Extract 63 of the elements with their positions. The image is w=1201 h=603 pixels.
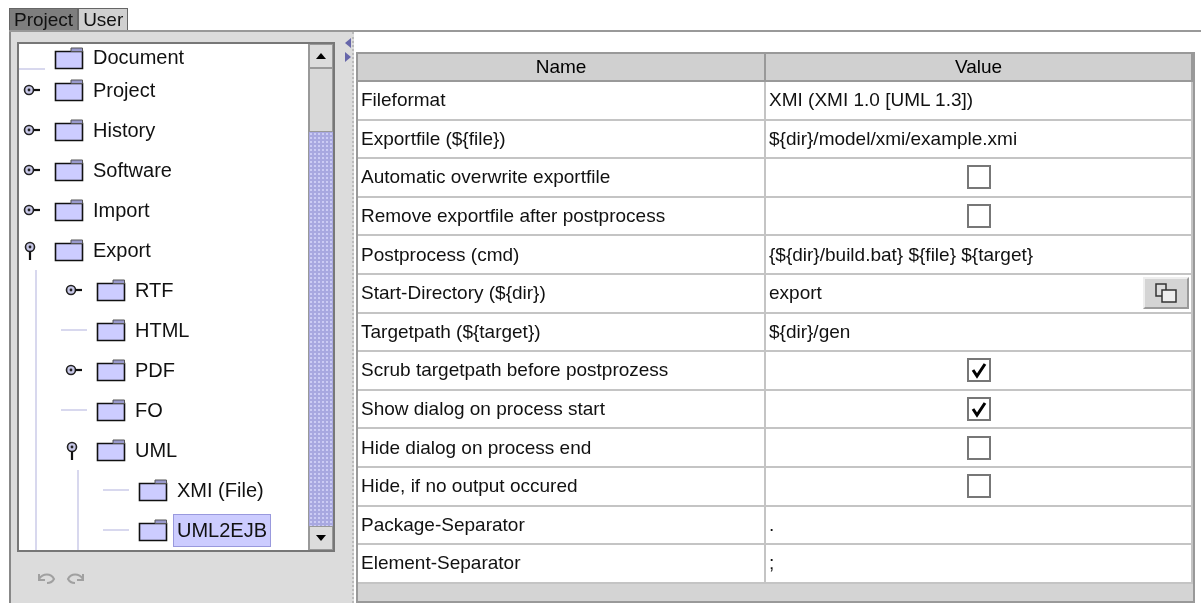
property-name: Package-Separator — [358, 506, 766, 544]
folder-icon — [54, 118, 84, 142]
tree-item[interactable]: Export — [89, 233, 155, 267]
property-name: Targetpath (${target}) — [358, 313, 766, 351]
checkbox[interactable] — [966, 435, 991, 460]
tree-item[interactable]: HTML — [131, 313, 194, 347]
property-name: Exportfile (${file}) — [358, 120, 766, 158]
tree-item[interactable]: UML — [131, 433, 182, 467]
property-value[interactable]: ${dir}/model/xmi/example.xmi — [766, 120, 1193, 158]
folder-icon — [96, 358, 126, 382]
property-value[interactable]: . — [766, 506, 1193, 544]
folder-icon — [54, 158, 84, 182]
column-header[interactable]: Value — [766, 54, 1193, 82]
property-name: Remove exportfile after postprocess — [358, 197, 766, 235]
tree-item[interactable]: Document — [89, 45, 189, 70]
collapse-arrows-icon[interactable] — [344, 38, 352, 62]
property-value[interactable]: {${dir}/build.bat} ${file} ${target} — [766, 236, 1193, 273]
tree-item[interactable]: History — [89, 113, 160, 147]
property-value[interactable]: ; — [766, 545, 1193, 582]
tree-item[interactable]: Project — [89, 73, 160, 107]
tree-item[interactable]: Software — [89, 153, 176, 187]
checkbox[interactable] — [966, 358, 991, 383]
folder-icon — [54, 198, 84, 222]
folder-icon — [96, 398, 126, 422]
checkbox[interactable] — [966, 397, 991, 422]
browse-button[interactable] — [1143, 277, 1189, 310]
tree-item[interactable]: PDF — [131, 353, 179, 387]
folder-icon — [54, 46, 84, 70]
tree-item[interactable]: RTF — [131, 273, 178, 307]
property-value[interactable]: ${dir}/gen — [766, 313, 1193, 351]
checkbox[interactable] — [966, 165, 991, 190]
property-name: Hide dialog on process end — [358, 429, 766, 466]
property-value[interactable]: XMI (XMI 1.0 [UML 1.3]) — [766, 82, 1193, 119]
property-name: Postprocess (cmd) — [358, 236, 766, 273]
folder-icon — [138, 478, 168, 502]
checkbox[interactable] — [966, 474, 991, 499]
scroll-down-icon[interactable] — [316, 535, 326, 541]
property-name: Fileformat — [358, 82, 766, 119]
scrollbar[interactable] — [308, 44, 333, 550]
tree-item[interactable]: UML2EJB — [173, 513, 272, 547]
tab[interactable]: User — [78, 8, 129, 30]
property-name: Start-Directory (${dir}) — [358, 274, 766, 312]
scroll-thumb[interactable] — [309, 68, 333, 132]
tree-item[interactable]: Import — [89, 193, 154, 227]
column-header[interactable]: Name — [358, 54, 766, 82]
tree-item[interactable]: FO — [131, 393, 167, 427]
property-name: Automatic overwrite exportfile — [358, 159, 766, 196]
property-value[interactable]: export — [769, 282, 822, 305]
tab[interactable]: Project — [9, 8, 79, 30]
folder-icon — [54, 238, 84, 262]
checkbox[interactable] — [966, 204, 991, 229]
folder-icon — [96, 318, 126, 342]
property-name: Scrub targetpath before postprozess — [358, 352, 766, 389]
tree-item[interactable]: XMI (File) — [173, 473, 268, 507]
folder-icon — [54, 78, 84, 102]
property-name: Element-Separator — [358, 545, 766, 582]
folder-icon — [96, 278, 126, 302]
folder-icon — [96, 438, 126, 462]
folders-icon — [1154, 282, 1178, 305]
folder-icon — [138, 518, 168, 542]
property-name: Show dialog on process start — [358, 390, 766, 428]
scroll-up-icon[interactable] — [316, 53, 326, 59]
property-name: Hide, if no output occured — [358, 467, 766, 505]
